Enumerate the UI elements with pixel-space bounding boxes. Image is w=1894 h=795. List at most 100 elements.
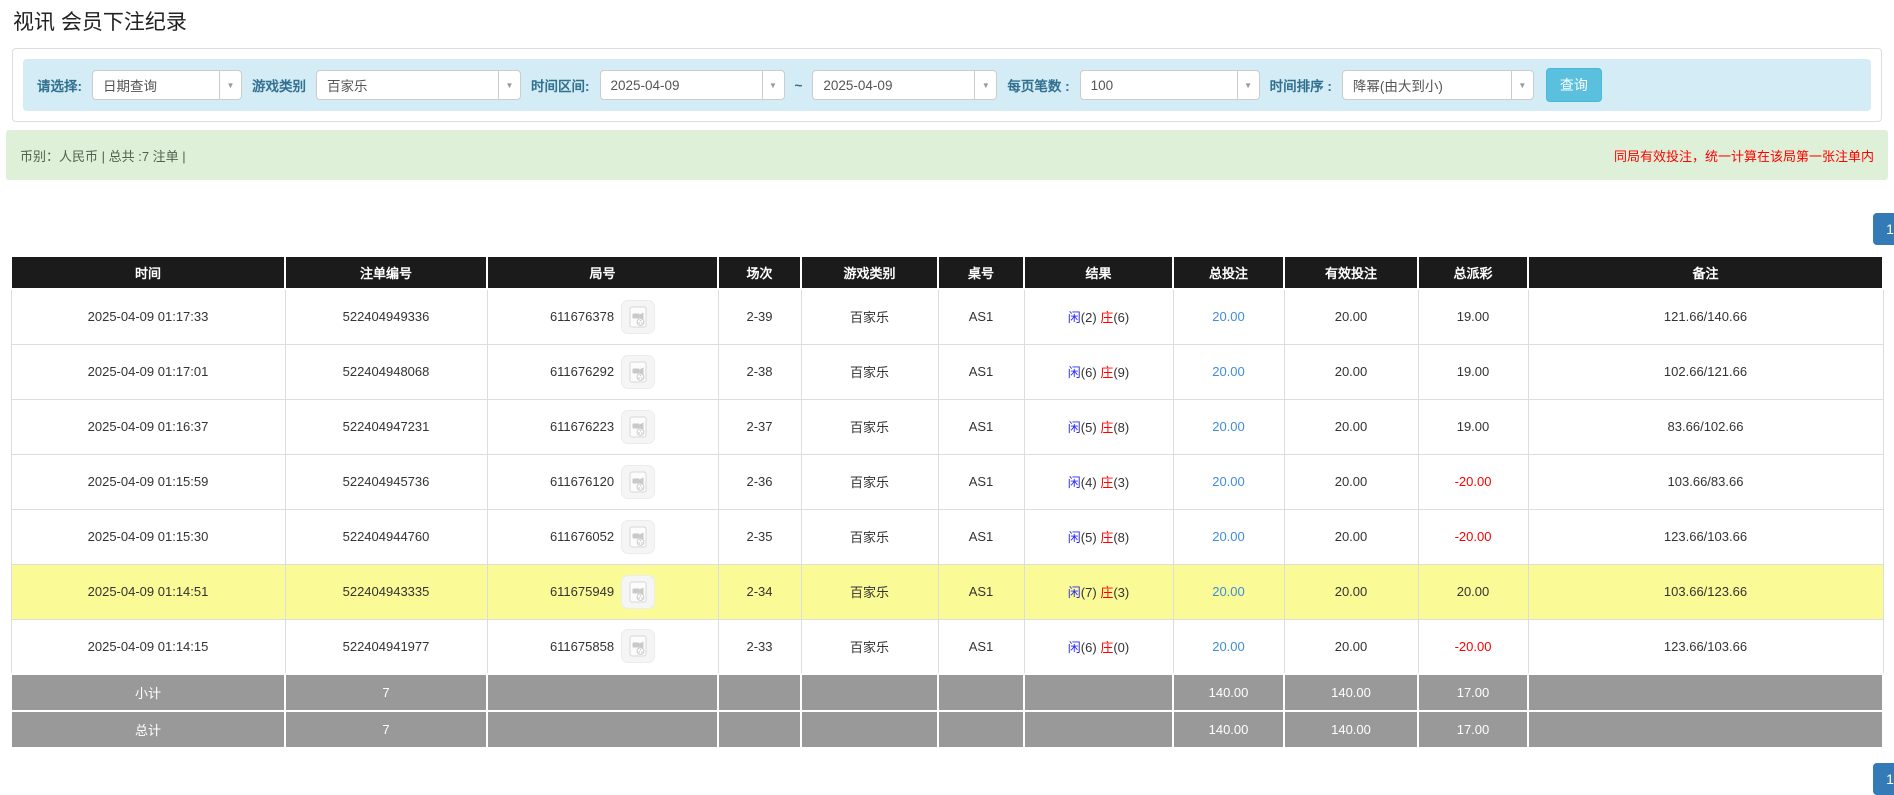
- cell-round-id: 611676378: [486, 288, 719, 345]
- table-row: 2025-04-09 01:17:01 522404948068 6116762…: [10, 343, 1884, 400]
- video-replay-button[interactable]: [621, 574, 656, 609]
- cell-round-id: 611675949: [486, 563, 719, 620]
- cell-table-no: AS1: [937, 508, 1025, 565]
- subtotal-empty-cell: [937, 673, 1025, 712]
- cell-session: 2-33: [717, 618, 802, 675]
- total-bet-link[interactable]: 20.00: [1212, 639, 1245, 654]
- result-banker-score: (0): [1113, 639, 1130, 655]
- search-button[interactable]: 查询: [1545, 68, 1602, 102]
- date-from-select[interactable]: 2025-04-09 ▼: [599, 70, 785, 100]
- result-player-score: (4): [1080, 475, 1097, 490]
- cell-time: 2025-04-09 01:17:01: [10, 343, 286, 400]
- total-empty-cell: [1023, 710, 1174, 749]
- cell-payout: 20.00: [1417, 563, 1529, 620]
- cell-result: 闲(5) 庄(8): [1023, 398, 1174, 455]
- cell-valid-bet: 20.00: [1283, 453, 1419, 510]
- cell-remark: 121.66/140.66: [1527, 288, 1884, 345]
- video-replay-button[interactable]: [621, 409, 656, 444]
- cell-bet-id: 522404949336: [284, 288, 488, 345]
- date-to-select[interactable]: 2025-04-09 ▼: [812, 70, 998, 100]
- cell-table-no: AS1: [937, 563, 1025, 620]
- cell-table-no: AS1: [937, 288, 1025, 345]
- video-replay-button[interactable]: [621, 464, 656, 499]
- subtotal-empty-cell: [800, 673, 939, 712]
- cell-result: 闲(6) 庄(9): [1023, 343, 1174, 400]
- subtotal-empty-cell: [717, 673, 802, 712]
- total-bet-link[interactable]: 20.00: [1212, 364, 1245, 379]
- result-player-score: (2): [1080, 310, 1097, 326]
- video-replay-button[interactable]: [621, 629, 656, 664]
- total-bet-link[interactable]: 20.00: [1212, 419, 1245, 434]
- result-banker: 庄: [1100, 475, 1114, 490]
- cell-remark: 102.66/121.66: [1527, 343, 1884, 400]
- total-bet-link[interactable]: 20.00: [1212, 474, 1245, 489]
- cell-payout: -20.00: [1417, 618, 1529, 675]
- cell-bet-id: 522404941977: [284, 618, 488, 675]
- total-bet-link[interactable]: 20.00: [1212, 309, 1245, 324]
- per-page-select[interactable]: 100 ▼: [1079, 70, 1260, 100]
- chevron-down-icon: ▼: [1236, 71, 1259, 99]
- cell-payout: 19.00: [1417, 343, 1529, 400]
- summary-bar: 币别：人民币 | 总共 :7 注单 | 同局有效投注，统一计算在该局第一张注单内: [6, 130, 1888, 180]
- cell-table-no: AS1: [937, 453, 1025, 510]
- subtotal-label: 小计: [10, 673, 286, 712]
- result-banker-score: (8): [1113, 420, 1130, 435]
- col-header-round-id: 局号: [486, 255, 719, 290]
- cell-round-id: 611676120: [486, 453, 719, 510]
- cell-valid-bet: 20.00: [1283, 563, 1419, 620]
- cell-bet-id: 522404944760: [284, 508, 488, 565]
- game-type-select[interactable]: 百家乐 ▼: [316, 70, 521, 100]
- total-empty-cell: [1527, 710, 1884, 749]
- cell-remark: 103.66/83.66: [1527, 453, 1884, 510]
- round-id: 611676378: [549, 309, 615, 325]
- cell-remark: 83.66/102.66: [1527, 398, 1884, 455]
- date-from-value: 2025-04-09: [610, 77, 680, 93]
- page-title: 视讯 会员下注纪录: [13, 11, 187, 34]
- total-bet-link[interactable]: 20.00: [1212, 529, 1245, 544]
- col-header-valid-bet: 有效投注: [1283, 255, 1419, 290]
- cell-round-id: 611676292: [486, 343, 719, 400]
- video-replay-button[interactable]: [621, 299, 656, 334]
- cell-result: 闲(5) 庄(8): [1023, 508, 1174, 565]
- col-header-result: 结果: [1023, 255, 1174, 290]
- cell-time: 2025-04-09 01:15:59: [10, 453, 286, 510]
- video-replay-button[interactable]: [621, 354, 656, 389]
- col-header-time: 时间: [10, 255, 286, 290]
- result-player: 闲: [1067, 310, 1081, 326]
- cell-game-type: 百家乐: [800, 563, 939, 620]
- col-header-bet-id: 注单编号: [284, 255, 488, 290]
- cell-table-no: AS1: [937, 343, 1025, 400]
- total-count: 7: [284, 710, 488, 749]
- result-banker: 庄: [1100, 530, 1114, 545]
- table-row-highlighted: 2025-04-09 01:14:51 522404943335 6116759…: [10, 563, 1884, 620]
- video-replay-icon: [629, 361, 647, 382]
- total-label: 总计: [10, 710, 286, 749]
- query-type-value: 日期查询: [103, 79, 157, 94]
- query-type-select[interactable]: 日期查询 ▼: [92, 70, 242, 100]
- chevron-down-icon: ▼: [761, 71, 784, 99]
- total-empty-cell: [486, 710, 719, 749]
- sort-select[interactable]: 降幂(由大到小) ▼: [1341, 70, 1534, 100]
- cell-result: 闲(7) 庄(3): [1023, 563, 1174, 620]
- video-replay-icon: [629, 416, 647, 437]
- table-header-row: 时间 注单编号 局号 场次 游戏类别 桌号 结果 总投注 有效投注 总派彩 备注: [10, 255, 1884, 290]
- total-bet-link[interactable]: 20.00: [1212, 584, 1245, 599]
- cell-total-bet: 20.00: [1172, 453, 1285, 510]
- round-id: 611675858: [549, 638, 615, 654]
- cell-time: 2025-04-09 01:14:51: [10, 563, 286, 620]
- video-replay-icon: [629, 306, 647, 328]
- total-empty-cell: [937, 710, 1025, 749]
- chevron-down-icon: ▼: [1510, 71, 1533, 99]
- per-page-label: 每页笔数 :: [1007, 79, 1070, 94]
- result-player-score: (6): [1080, 639, 1097, 655]
- col-header-table-no: 桌号: [937, 255, 1025, 290]
- table-row: 2025-04-09 01:15:59 522404945736 6116761…: [10, 453, 1884, 510]
- video-replay-button[interactable]: [621, 519, 656, 554]
- game-type-value: 百家乐: [327, 79, 368, 94]
- col-header-session: 场次: [717, 255, 802, 290]
- pagination-bottom-page-1[interactable]: 1: [1873, 763, 1894, 795]
- total-valid-bet: 140.00: [1283, 710, 1419, 749]
- cell-payout: 19.00: [1417, 288, 1529, 345]
- pagination-page-1[interactable]: 1: [1873, 213, 1894, 245]
- currency-total-text: 币别：人民币 | 总共 :7 注单 |: [20, 148, 186, 164]
